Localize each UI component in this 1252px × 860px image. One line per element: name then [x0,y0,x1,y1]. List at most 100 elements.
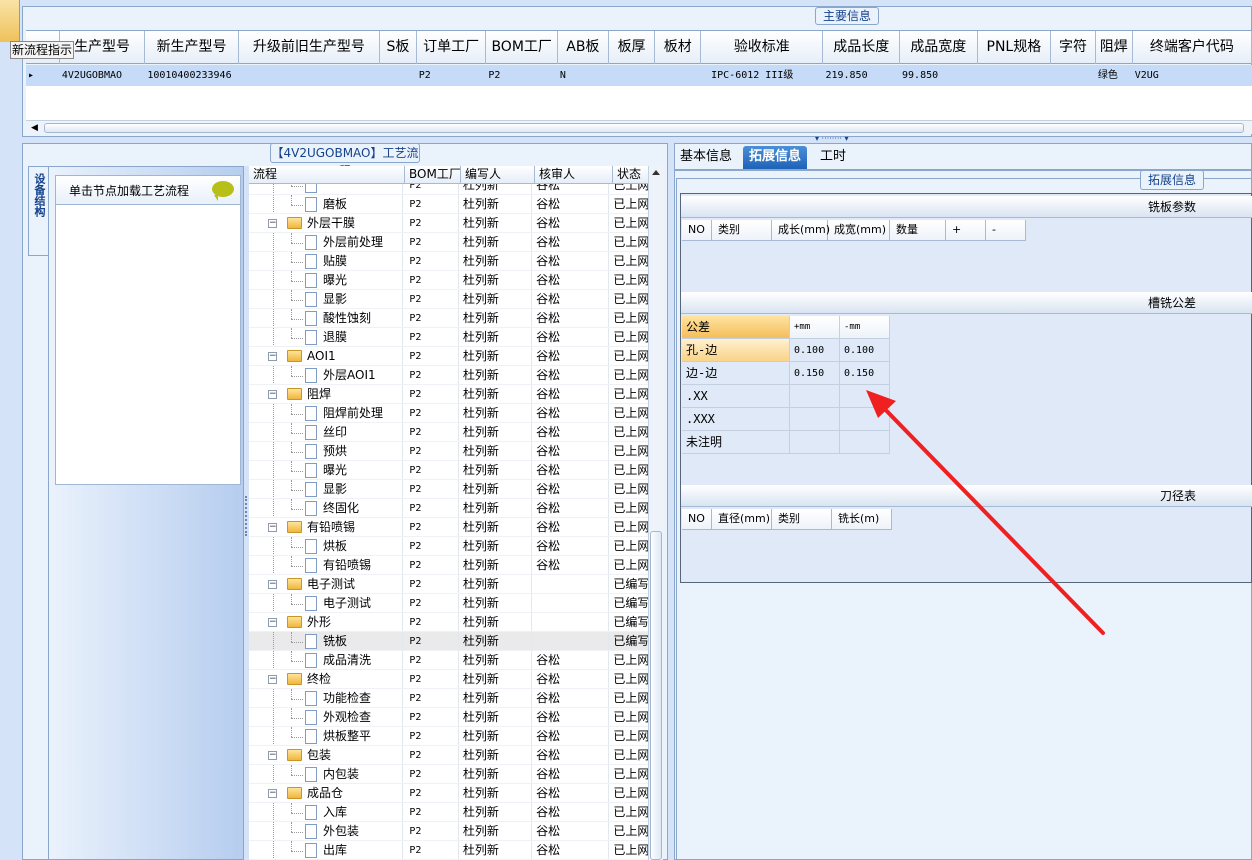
tree-node-cell[interactable]: 入库 [249,803,404,821]
tolerance-cell[interactable]: 孔-边 [682,339,790,361]
column-header[interactable]: PNL规格 [978,31,1052,64]
tree-node-cell[interactable]: 内包装 [249,765,404,783]
tolerance-cell[interactable]: .XXX [682,408,790,430]
collapse-toggle-icon[interactable]: − [268,352,277,361]
tree-node-cell[interactable]: − 终检 [249,670,404,688]
side-tab-equipment[interactable]: 设备结构 [28,166,48,256]
collapse-toggle-icon[interactable]: − [268,219,277,228]
process-tree-row[interactable]: 烘板整平 P2 杜列新 谷松 已上网 [249,727,649,746]
tree-node-cell[interactable]: 外层AOI1 [249,366,404,384]
scroll-left-arrow-icon[interactable]: ◀ [31,123,38,133]
process-tree-row[interactable]: 贴膜 P2 杜列新 谷松 已上网 [249,252,649,271]
tolerance-cell[interactable]: .XX [682,385,790,407]
splitter-grip-icon[interactable]: ▾ ········ ▾ [815,134,848,143]
tree-node-cell[interactable]: 功能检查 [249,689,404,707]
slot-tolerance-table[interactable]: 公差 +mm -mm 孔-边 0.100 0.100 边-边 0.150 0.150 .XX .XX… [682,316,890,454]
tree-node-cell[interactable]: 预烘 [249,442,404,460]
milling-column-header[interactable]: 类别 [712,220,772,240]
process-tree-row[interactable]: 阻焊前处理 P2 杜列新 谷松 已上网 [249,404,649,423]
row-indicator-icon[interactable]: ▸ [26,65,60,86]
tree-column-header[interactable]: 核审人 [535,166,613,184]
tolerance-header-cell[interactable]: -mm [840,316,890,338]
tree-node-cell[interactable]: 铣板 [249,632,404,650]
tolerance-cell[interactable]: 0.150 [790,362,840,384]
tree-node-cell[interactable]: 磨板 [249,195,404,213]
tolerance-cell[interactable] [790,408,840,430]
process-tree-row[interactable]: 铣板 P2 杜列新 已编写 [249,632,649,651]
column-header[interactable]: 阻焊 [1096,31,1133,64]
grid-cell[interactable]: P2 [417,65,487,86]
grid-cell[interactable] [1051,65,1096,86]
column-header[interactable]: 订单工厂 [417,31,487,64]
collapse-toggle-icon[interactable]: − [268,751,277,760]
process-tree-row[interactable]: 外层AOI1 P2 杜列新 谷松 已上网 [249,366,649,385]
process-tree-row[interactable]: − 终检 P2 杜列新 谷松 已上网 [249,670,649,689]
tolerance-header-cell[interactable]: 公差 [682,316,790,338]
tree-node-cell[interactable]: 显影 [249,480,404,498]
tree-node-cell[interactable]: − 阻焊 [249,385,404,403]
process-tree-row[interactable]: − 阻焊 P2 杜列新 谷松 已上网 [249,385,649,404]
cutter-column-header[interactable]: 直径(mm) [712,509,772,529]
column-header[interactable]: 板材 [655,31,702,64]
tolerance-row[interactable]: 未注明 [682,431,890,454]
tolerance-cell[interactable]: 0.150 [840,362,890,384]
tree-node-cell[interactable]: − 有铅喷锡 [249,518,404,536]
grid-cell[interactable]: P2 [486,65,558,86]
tree-column-header[interactable]: 流程 [249,166,405,184]
tree-node-cell[interactable]: 丝印 [249,423,404,441]
process-tree-row[interactable]: 功能检查 P2 杜列新 谷松 已上网 [249,689,649,708]
column-header[interactable]: 成品宽度 [900,31,978,64]
tree-node-cell[interactable]: 烘板整平 [249,727,404,745]
process-tree-row[interactable]: 电子测试 P2 杜列新 已编写 [249,594,649,613]
process-tree-row[interactable]: − 有铅喷锡 P2 杜列新 谷松 已上网 [249,518,649,537]
grid-cell[interactable]: 绿色 [1096,65,1133,86]
process-tree-row[interactable]: 外包装 P2 杜列新 谷松 已上网 [249,822,649,841]
tree-node-cell[interactable]: − 外层干膜 [249,214,404,232]
tolerance-row[interactable]: 边-边 0.150 0.150 [682,362,890,385]
tolerance-row[interactable]: .XXX [682,408,890,431]
tree-node-cell[interactable]: 外包装 [249,822,404,840]
grid-cell[interactable] [609,65,656,86]
process-tree-row[interactable]: 成品清洗 P2 杜列新 谷松 已上网 [249,651,649,670]
grid-cell[interactable] [655,65,702,86]
process-tree-row[interactable]: 磨板 P2 杜列新 谷松 已上网 [249,195,649,214]
column-header[interactable]: 升级前旧生产型号 [239,31,380,64]
tree-node-cell[interactable]: 酸性蚀刻 [249,309,404,327]
process-tree-row[interactable]: 烘板 P2 杜列新 谷松 已上网 [249,537,649,556]
tree-node-cell[interactable]: 有铅喷锡 [249,556,404,574]
grid-cell[interactable]: 10010400233946 [145,65,239,86]
tree-node-cell[interactable]: 显影 [249,290,404,308]
tree-node-cell[interactable]: − 电子测试 [249,575,404,593]
tree-node-cell[interactable]: 出库 [249,841,404,859]
milling-column-header[interactable]: 成宽(mm) [828,220,890,240]
process-tree-row[interactable]: 丝印 P2 杜列新 谷松 已上网 [249,423,649,442]
tab-basic-info[interactable]: 基本信息 [674,146,738,169]
process-tree-row[interactable]: − 电子测试 P2 杜列新 已编写 [249,575,649,594]
grid-cell[interactable] [380,65,417,86]
milling-column-header[interactable]: NO [682,220,712,240]
process-tree-row[interactable]: 显影 P2 杜列新 谷松 已上网 [249,290,649,309]
column-header[interactable]: S板 [380,31,417,64]
process-tree-row[interactable]: 预烘 P2 杜列新 谷松 已上网 [249,442,649,461]
tree-node-cell[interactable]: 贴膜 [249,252,404,270]
splitter-grip-icon[interactable] [245,496,248,536]
grid-cell[interactable] [978,65,1052,86]
grid-cell[interactable]: 219.850 [823,65,901,86]
tree-node-cell[interactable]: 外观检查 [249,708,404,726]
column-header[interactable]: 字符 [1051,31,1096,64]
milling-column-header[interactable]: 成长(mm) [772,220,830,240]
column-header[interactable]: 验收标准 [701,31,824,64]
grid-cell[interactable]: 99.850 [900,65,978,86]
tree-node-cell[interactable]: 阻焊前处理 [249,404,404,422]
tab-extended-info[interactable]: 拓展信息 [743,146,808,169]
grid-cell[interactable]: 4V2UGOBMAO [60,65,146,86]
cutter-column-header[interactable]: 类别 [772,509,832,529]
left-dock-handle[interactable] [0,0,20,42]
tolerance-row[interactable]: .XX [682,385,890,408]
cutter-column-header[interactable]: NO [682,509,712,529]
tree-node-cell[interactable]: 成品清洗 [249,651,404,669]
process-tree-row[interactable]: − 外形 P2 杜列新 已编写 [249,613,649,632]
process-tree-row[interactable]: 曝光 P2 杜列新 谷松 已上网 [249,271,649,290]
collapse-toggle-icon[interactable]: − [268,580,277,589]
collapse-toggle-icon[interactable]: − [268,390,277,399]
